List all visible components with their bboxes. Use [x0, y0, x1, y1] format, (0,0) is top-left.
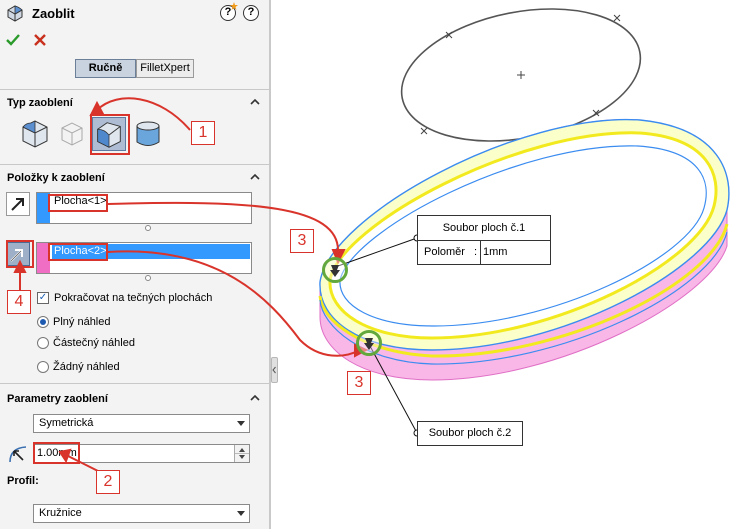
face-pick-icon — [364, 338, 374, 350]
face-set-2-callout[interactable]: Soubor ploch č.2 — [417, 421, 523, 446]
callout-radius-label: Poloměr — [424, 246, 465, 258]
divider — [480, 240, 481, 264]
highlight-face-1 — [48, 194, 108, 212]
callout-number: 1 — [191, 121, 215, 145]
callout-number: 3 — [347, 371, 371, 395]
highlight-radius — [33, 442, 80, 464]
graphics-viewport[interactable] — [0, 0, 750, 529]
face-set-1-callout[interactable]: Soubor ploch č.1 Poloměr : 1mm — [417, 215, 551, 265]
face-pick-icon — [330, 265, 340, 277]
highlight-face-2 — [48, 243, 108, 261]
callout-title: Soubor ploch č.1 — [418, 216, 550, 241]
highlight-face-set-2-button — [6, 240, 34, 268]
callout-number: 4 — [7, 290, 31, 314]
callout-number: 2 — [96, 470, 120, 494]
callout-title: Soubor ploch č.2 — [428, 427, 512, 439]
callout-radius-colon: : — [474, 246, 478, 258]
callout-radius-value[interactable]: 1mm — [483, 240, 507, 264]
annotation-arrows — [13, 97, 369, 473]
highlight-face-fillet — [90, 114, 130, 155]
callout-number: 3 — [290, 229, 314, 253]
